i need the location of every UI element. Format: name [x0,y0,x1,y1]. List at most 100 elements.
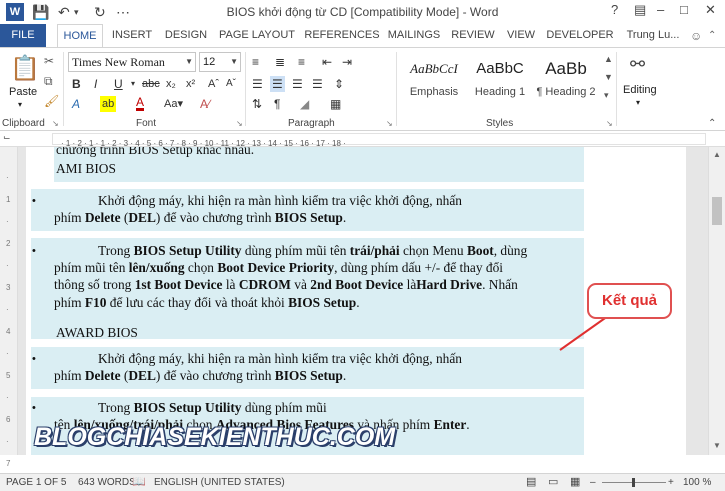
tab-insert[interactable]: INSERT [108,24,156,47]
paste-icon[interactable]: 📋 [10,54,40,83]
bullets-icon[interactable]: ≡ [252,54,259,70]
horizontal-ruler[interactable]: ⌙ · 1 · 2 · 1 · 1 · 2 · 3 · 4 · 5 · 6 · … [0,131,725,148]
read-mode-icon[interactable]: ▤ [526,474,536,491]
font-name-select[interactable]: Times New Roman ▼ [68,52,196,72]
tab-review[interactable]: REVIEW [448,24,498,47]
font-group-label: Font [136,118,157,129]
scroll-down-icon[interactable]: ▼ [713,441,721,450]
paragraph-launcher-icon[interactable]: ↘ [386,119,393,128]
vertical-scrollbar[interactable]: ▲ ▼ [708,147,725,455]
change-case-icon[interactable]: Aa▾ [164,96,183,112]
tab-selector-icon[interactable]: ⌙ [3,132,11,143]
collapse-ribbon-caret-icon[interactable]: ⌃ [708,118,716,129]
paste-button[interactable]: Paste [9,86,37,98]
watermark: BLOGCHIASEKIENTHUC.COM [34,423,396,451]
user-avatar-icon[interactable]: ☺ [690,29,702,43]
justify-icon[interactable]: ☰ [312,76,323,92]
tab-mailings[interactable]: MAILINGS [384,24,444,47]
page-count[interactable]: PAGE 1 OF 5 [6,474,66,491]
clipboard-launcher-icon[interactable]: ↘ [52,119,59,128]
status-bar: PAGE 1 OF 5 643 WORDS 📖 ENGLISH (UNITED … [0,473,725,491]
style-name: ¶ Heading 2 [536,86,596,98]
tab-references[interactable]: REFERENCES [303,24,381,47]
shading-icon[interactable]: ◢ [300,96,309,112]
tab-page-layout[interactable]: PAGE LAYOUT [216,24,298,47]
proofing-icon[interactable]: 📖 [132,474,146,491]
language[interactable]: ENGLISH (UNITED STATES) [154,474,285,491]
show-marks-icon[interactable]: ¶ [274,96,280,112]
styles-launcher-icon[interactable]: ↘ [606,119,613,128]
close-button[interactable]: ✕ [705,2,716,18]
find-binoculars-icon[interactable]: ⚯ [630,54,645,75]
bold-icon[interactable]: B [72,76,81,92]
style-heading-2[interactable]: AaBb ¶ Heading 2 [532,52,600,108]
style-emphasis[interactable]: AaBbCcI Emphasis [400,52,468,108]
format-painter-icon[interactable]: 🖌 [44,94,59,108]
numbering-icon[interactable]: ≣ [275,54,285,70]
styles-scroll-up-icon[interactable]: ▲ [604,54,613,64]
heading-award-bios: AWARD BIOS [56,325,138,340]
underline-dropdown-icon[interactable]: ▾ [131,76,135,92]
ribbon-display-options-icon[interactable]: ▤ [634,2,646,18]
maximize-button[interactable]: □ [680,2,688,17]
heading-ami-bios: AMI BIOS [56,161,116,176]
scroll-thumb[interactable] [712,197,722,225]
zoom-level[interactable]: 100 % [683,474,711,491]
editing-dropdown-icon[interactable]: ▾ [636,98,640,107]
strikethrough-icon[interactable]: abc [142,76,160,92]
tab-file[interactable]: FILE [0,24,46,47]
clear-formatting-icon[interactable]: A∕ [200,96,210,112]
font-size-select[interactable]: 12 ▼ [199,52,241,72]
styles-more-icon[interactable]: ▾ [604,90,609,101]
font-launcher-icon[interactable]: ↘ [236,119,243,128]
help-button[interactable]: ? [611,2,618,17]
award-item2-line1: Trong BIOS Setup Utility dùng phím mũi [98,400,327,415]
line-spacing-icon[interactable]: ⇕ [334,76,344,92]
tab-home[interactable]: HOME [57,24,103,47]
italic-icon[interactable]: I [94,76,97,92]
zoom-out-icon[interactable]: – [590,474,596,491]
borders-icon[interactable]: ▦ [330,96,341,112]
decrease-indent-icon[interactable]: ⇤ [322,54,332,70]
align-right-icon[interactable]: ☰ [292,76,303,92]
sort-icon[interactable]: ⇅ [252,96,262,112]
align-left-icon[interactable]: ☰ [252,76,263,92]
user-name[interactable]: Trung Lu... [620,24,686,47]
editing-button[interactable]: Editing [623,84,657,96]
bullet: • [32,245,36,257]
multilevel-list-icon[interactable]: ≡ [298,54,305,70]
zoom-slider-thumb[interactable] [632,478,635,487]
paste-dropdown-icon[interactable]: ▾ [18,100,22,109]
styles-scroll-down-icon[interactable]: ▼ [604,72,613,82]
subscript-icon[interactable]: x₂ [166,76,176,92]
highlight-color-icon[interactable]: ab [100,96,117,112]
ami-item2-line4: phím F10 để lưu các thay đổi và thoát kh… [54,295,360,310]
bullet: • [32,353,36,365]
clipped-line: chương trình BIOS Setup khác nhau. [56,147,255,157]
cut-icon[interactable]: ✂ [44,54,54,68]
tab-view[interactable]: VIEW [502,24,540,47]
vertical-ruler[interactable]: · 1 · 2 · 3 · 4 · 5 · 6 · 7 [0,147,18,468]
shrink-font-icon[interactable]: Aˇ [226,76,236,92]
zoom-in-icon[interactable]: + [668,474,674,491]
copy-icon[interactable]: ⧉ [44,74,53,89]
underline-icon[interactable]: U [114,76,123,92]
text-effects-icon[interactable]: A [72,96,80,112]
grow-font-icon[interactable]: Aˆ [208,76,219,92]
ami-item2-line2: phím mũi tên lên/xuống chọn Boot Device … [54,260,504,275]
superscript-icon[interactable]: x² [186,76,195,92]
style-preview: AaBb [545,59,587,78]
ami-item2-line1: Trong BIOS Setup Utility dùng phím mũi t… [98,243,528,258]
scroll-up-icon[interactable]: ▲ [713,150,721,159]
minimize-button[interactable]: – [657,2,664,17]
print-layout-icon[interactable]: ▭ [548,474,558,491]
collapse-ribbon-icon[interactable]: ⌃ [708,30,716,41]
tab-design[interactable]: DESIGN [161,24,211,47]
web-layout-icon[interactable]: ▦ [570,474,580,491]
font-color-icon[interactable]: A [136,96,145,111]
increase-indent-icon[interactable]: ⇥ [342,54,352,70]
tab-developer[interactable]: DEVELOPER [546,24,614,47]
word-count[interactable]: 643 WORDS [78,474,136,491]
align-center-icon[interactable]: ☰ [270,76,285,92]
style-heading-1[interactable]: AaBbC Heading 1 [466,52,534,108]
